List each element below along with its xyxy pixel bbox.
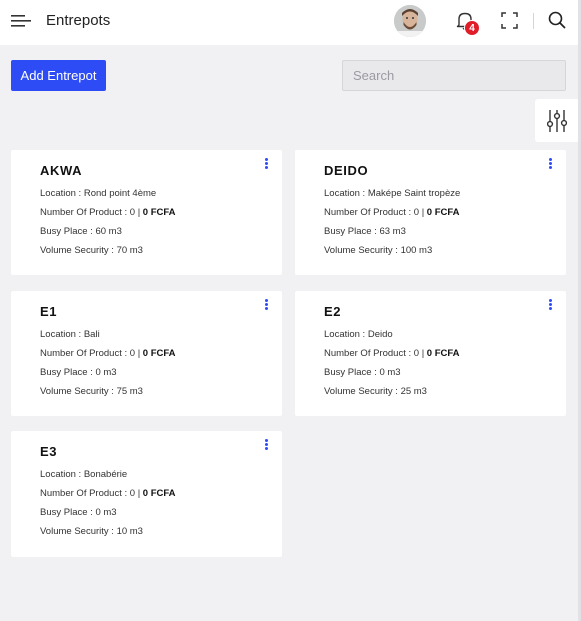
sliders-icon bbox=[547, 110, 567, 132]
warehouse-card[interactable]: E2 Location : Deido Number Of Product : … bbox=[295, 291, 566, 416]
more-options-icon[interactable] bbox=[547, 299, 553, 313]
location-row: Location : Bonabérie bbox=[40, 469, 128, 480]
avatar-icon bbox=[394, 5, 426, 37]
volume-security-row: Volume Security : 10 m3 bbox=[40, 526, 143, 537]
warehouse-card[interactable]: E1 Location : Bali Number Of Product : 0… bbox=[11, 291, 282, 416]
value-amount: 0 FCFA bbox=[426, 348, 460, 359]
volume-security-row: Volume Security : 70 m3 bbox=[40, 245, 143, 256]
notification-badge: 4 bbox=[464, 20, 480, 36]
warehouse-name: E2 bbox=[324, 304, 342, 319]
location-value: Bonabérie bbox=[83, 469, 128, 480]
warehouse-card[interactable]: DEIDO Location : Maképe Saint tropèze Nu… bbox=[295, 150, 566, 275]
busy-place-row: Busy Place : 0 m3 bbox=[40, 507, 117, 518]
toolbar-divider bbox=[533, 13, 534, 29]
volume-security-row: Volume Security : 25 m3 bbox=[324, 386, 427, 397]
warehouse-card[interactable]: AKWA Location : Rond point 4ème Number O… bbox=[11, 150, 282, 275]
top-bar: Entrepots 4 bbox=[0, 0, 581, 45]
location-value: Bali bbox=[83, 329, 100, 340]
warehouse-card[interactable]: E3 Location : Bonabérie Number Of Produc… bbox=[11, 431, 282, 557]
more-options-icon[interactable] bbox=[263, 299, 269, 313]
avatar[interactable] bbox=[394, 5, 426, 37]
warehouse-name: E3 bbox=[40, 444, 58, 459]
product-row: Number Of Product : 0 | 0 FCFA bbox=[40, 207, 176, 218]
location-row: Location : Deido bbox=[324, 329, 393, 340]
volume-security-row: Volume Security : 75 m3 bbox=[40, 386, 143, 397]
page-title: Entrepots bbox=[46, 12, 111, 29]
product-row: Number Of Product : 0 | 0 FCFA bbox=[324, 207, 460, 218]
notifications-button[interactable]: 4 bbox=[454, 10, 482, 38]
more-options-icon[interactable] bbox=[263, 439, 269, 453]
warehouse-name: DEIDO bbox=[324, 163, 369, 178]
warehouse-name: AKWA bbox=[40, 163, 83, 178]
filter-settings-button[interactable] bbox=[535, 99, 578, 142]
search-icon[interactable] bbox=[548, 11, 566, 29]
busy-place-row: Busy Place : 60 m3 bbox=[40, 226, 122, 237]
add-entrepot-button[interactable]: Add Entrepot bbox=[11, 60, 106, 91]
location-value: Maképe Saint tropèze bbox=[367, 188, 461, 199]
busy-place-row: Busy Place : 63 m3 bbox=[324, 226, 406, 237]
value-amount: 0 FCFA bbox=[426, 207, 460, 218]
product-row: Number Of Product : 0 | 0 FCFA bbox=[40, 488, 176, 499]
fullscreen-icon[interactable] bbox=[501, 12, 518, 29]
location-value: Rond point 4ème bbox=[83, 188, 157, 199]
location-value: Deido bbox=[367, 329, 393, 340]
busy-place-row: Busy Place : 0 m3 bbox=[324, 367, 401, 378]
busy-place-row: Busy Place : 0 m3 bbox=[40, 367, 117, 378]
product-row: Number Of Product : 0 | 0 FCFA bbox=[40, 348, 176, 359]
value-amount: 0 FCFA bbox=[142, 207, 176, 218]
value-amount: 0 FCFA bbox=[142, 488, 176, 499]
value-amount: 0 FCFA bbox=[142, 348, 176, 359]
location-row: Location : Maképe Saint tropèze bbox=[324, 188, 461, 199]
search-input[interactable] bbox=[342, 60, 566, 91]
more-options-icon[interactable] bbox=[263, 158, 269, 172]
location-row: Location : Bali bbox=[40, 329, 100, 340]
more-options-icon[interactable] bbox=[547, 158, 553, 172]
location-row: Location : Rond point 4ème bbox=[40, 188, 157, 199]
volume-security-row: Volume Security : 100 m3 bbox=[324, 245, 433, 256]
warehouse-name: E1 bbox=[40, 304, 58, 319]
menu-icon[interactable] bbox=[11, 14, 31, 28]
product-row: Number Of Product : 0 | 0 FCFA bbox=[324, 348, 460, 359]
